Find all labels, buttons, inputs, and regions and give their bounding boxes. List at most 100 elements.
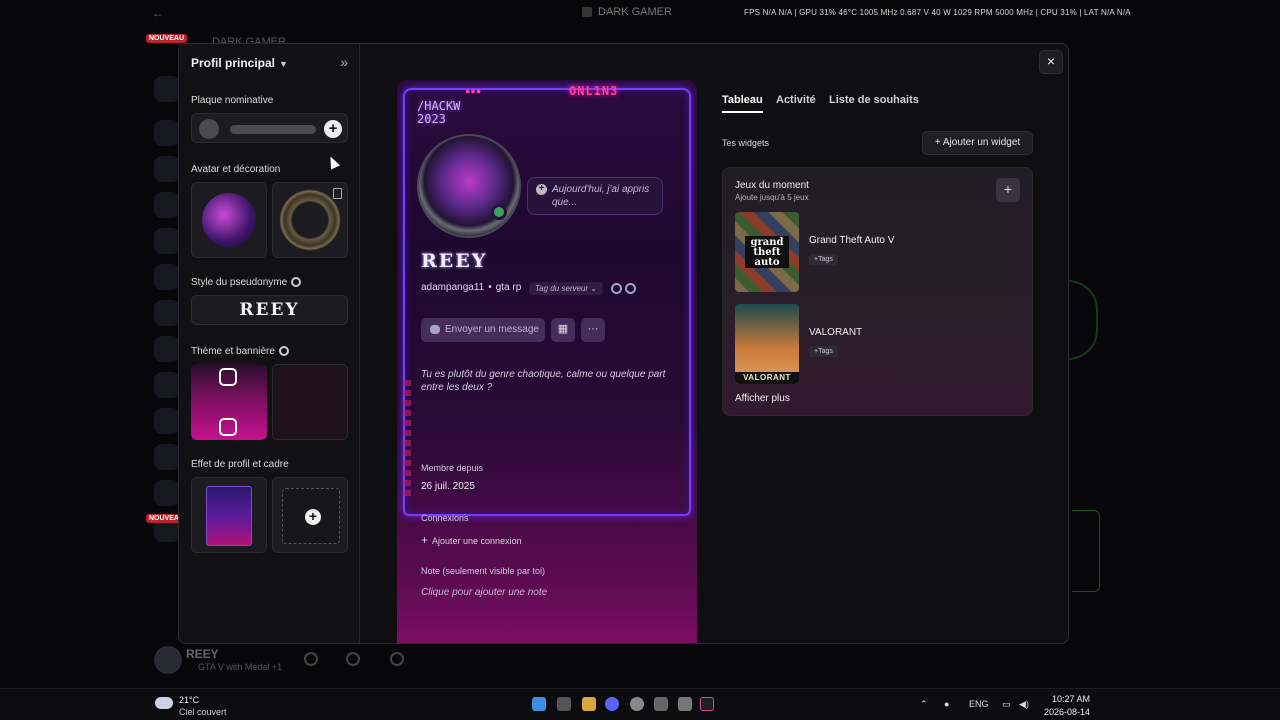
- app-icon[interactable]: [678, 697, 692, 711]
- add-tags-button[interactable]: +Tags: [809, 254, 838, 265]
- add-frame-icon[interactable]: +: [305, 509, 321, 525]
- tab-activite[interactable]: Activité: [776, 94, 816, 106]
- nitro-icon: [278, 346, 289, 357]
- username: adampanga11: [421, 282, 485, 293]
- chevron-up-icon[interactable]: ⌃: [920, 699, 928, 710]
- neon-side-decoration: [403, 380, 411, 500]
- section-plaque-label: Plaque nominative: [191, 95, 274, 106]
- gift-icon[interactable]: ▦: [551, 318, 575, 342]
- nameplate-placeholder: [230, 125, 316, 134]
- volume-icon[interactable]: ◀): [1019, 699, 1029, 710]
- note-input[interactable]: Clique pour ajouter une note: [421, 587, 547, 598]
- tab-tableau[interactable]: Tableau: [722, 94, 763, 113]
- cloud-icon[interactable]: [155, 697, 173, 709]
- server-icon[interactable]: [154, 408, 180, 434]
- file-explorer-icon[interactable]: [582, 697, 596, 711]
- avatar[interactable]: [154, 646, 182, 674]
- window-title: DARK GAMER: [582, 6, 672, 18]
- add-tags-button[interactable]: +Tags: [809, 346, 838, 357]
- user-panel: REEY GTA V with Medal +1: [154, 644, 414, 676]
- back-arrow-icon[interactable]: ←: [152, 6, 164, 20]
- server-icon[interactable]: [154, 228, 180, 254]
- game-cover-gta[interactable]: grand theft auto: [735, 212, 799, 292]
- trash-icon[interactable]: [333, 188, 342, 199]
- profile-effect-tile[interactable]: [191, 477, 267, 553]
- server-icon[interactable]: [154, 444, 180, 470]
- show-more-link[interactable]: Afficher plus: [735, 393, 790, 404]
- decoration-preview: [279, 189, 341, 251]
- server-icon[interactable]: [154, 264, 180, 290]
- server-icon[interactable]: [154, 76, 180, 102]
- server-icon[interactable]: [154, 156, 180, 182]
- profile-selector[interactable]: Profil principal ▼: [191, 56, 288, 70]
- avatar-tile[interactable]: [191, 182, 267, 258]
- add-nameplate-button[interactable]: +: [324, 120, 342, 138]
- profile-card: ●●● ONL1N3 /HACKW 2023 + Aujourd'hui, j'a…: [397, 80, 697, 643]
- user-meta: adampanga11 • gta rp: [421, 282, 521, 293]
- section-theme-label: Thème et bannière: [191, 346, 289, 357]
- close-icon[interactable]: ×: [1039, 50, 1063, 74]
- headphones-icon[interactable]: [346, 652, 360, 666]
- tab-liste-souhaits[interactable]: Liste de souhaits: [829, 94, 919, 106]
- task-view-icon[interactable]: [557, 697, 571, 711]
- section-pseudo-label: Style du pseudonyme: [191, 277, 302, 288]
- microphone-icon[interactable]: ●: [944, 699, 949, 709]
- theme-color-tile[interactable]: [191, 364, 267, 440]
- more-options-icon[interactable]: ···: [581, 318, 605, 342]
- user-name: REEY: [186, 647, 219, 661]
- custom-status-bubble[interactable]: + Aujourd'hui, j'ai appris que...: [527, 177, 663, 215]
- terminal-icon[interactable]: [700, 697, 714, 711]
- chat-bubble-icon: [430, 325, 440, 334]
- server-icon[interactable]: [154, 480, 180, 506]
- member-since-label: Membre depuis: [421, 463, 484, 473]
- app-icon[interactable]: [654, 697, 668, 711]
- badge-icon[interactable]: [625, 283, 636, 294]
- decoration-tile[interactable]: [272, 182, 348, 258]
- server-rail: [150, 30, 180, 680]
- game-cover-valorant[interactable]: VALORANT: [735, 304, 799, 384]
- separator: •: [488, 282, 492, 293]
- windows-start-icon[interactable]: [532, 697, 546, 711]
- add-connection-label: Ajouter une connexion: [432, 536, 522, 546]
- section-theme-text: Thème et bannière: [191, 346, 275, 357]
- server-icon[interactable]: [154, 372, 180, 398]
- game-name: Grand Theft Auto V: [809, 235, 895, 246]
- network-icon[interactable]: ▭: [1002, 699, 1011, 710]
- send-message-button[interactable]: Envoyer un message: [421, 318, 545, 342]
- display-name-style-preview[interactable]: REEY: [191, 295, 348, 325]
- profile-avatar[interactable]: [419, 136, 519, 236]
- frame-tile[interactable]: +: [272, 477, 348, 553]
- nitro-icon: [291, 277, 302, 288]
- display-name: REEY: [421, 250, 488, 272]
- server-icon[interactable]: [154, 192, 180, 218]
- background-panel: [1072, 510, 1100, 592]
- neon-decoration: [1068, 280, 1098, 360]
- server-icon[interactable]: [154, 336, 180, 362]
- accent-color-swatch[interactable]: [219, 418, 237, 436]
- plus-icon: +: [421, 533, 429, 547]
- server-icon[interactable]: [154, 120, 180, 146]
- discord-icon[interactable]: [605, 697, 619, 711]
- bio-text: Tu es plutôt du genre chaotique, calme o…: [421, 369, 666, 393]
- pronouns: gta rp: [495, 282, 522, 293]
- badges: [611, 281, 639, 299]
- banner-tile[interactable]: [272, 364, 348, 440]
- add-game-button[interactable]: +: [996, 178, 1020, 202]
- gear-icon[interactable]: [390, 652, 404, 666]
- server-tag-dropdown[interactable]: Tag du serveur ⌄: [529, 282, 604, 295]
- chrome-icon[interactable]: [630, 697, 644, 711]
- clock-date[interactable]: 2026-08-14: [1044, 707, 1090, 717]
- badge-icon[interactable]: [611, 283, 622, 294]
- collapse-icon[interactable]: »: [340, 54, 348, 70]
- member-since-date: 26 juil. 2025: [421, 481, 475, 492]
- send-message-label: Envoyer un message: [445, 324, 539, 335]
- add-widget-button[interactable]: + Ajouter un widget: [922, 131, 1033, 155]
- plus-icon: +: [934, 137, 943, 148]
- language-indicator[interactable]: ENG: [969, 699, 989, 709]
- add-connection-link[interactable]: + Ajouter une connexion: [421, 533, 522, 547]
- server-icon[interactable]: [154, 300, 180, 326]
- microphone-icon[interactable]: [304, 652, 318, 666]
- clock-time[interactable]: 10:27 AM: [1052, 694, 1090, 704]
- primary-color-swatch[interactable]: [219, 368, 237, 386]
- nameplate-picker[interactable]: +: [191, 113, 348, 143]
